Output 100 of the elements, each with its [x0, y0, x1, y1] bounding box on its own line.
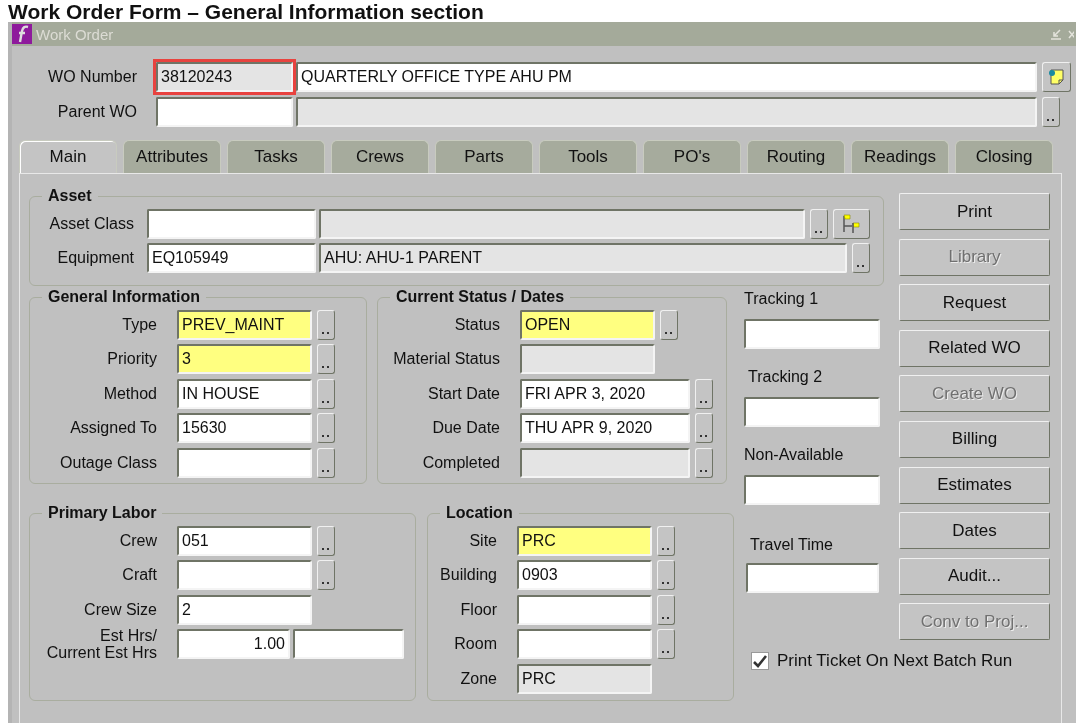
text-field[interactable]: 051	[177, 525, 312, 556]
field-label: Room	[453, 634, 497, 654]
lookup-button[interactable]	[317, 309, 335, 340]
text-field[interactable]	[744, 397, 880, 427]
action-button[interactable]: Dates	[899, 512, 1050, 550]
tab[interactable]: Tools	[539, 140, 637, 173]
field-label: Start Date	[426, 383, 500, 404]
text-field[interactable]	[177, 447, 312, 478]
ellipsis-icon	[1047, 118, 1055, 122]
field-label: Material Status	[392, 349, 500, 369]
ellipsis-icon	[322, 547, 330, 551]
lookup-button[interactable]	[657, 525, 675, 556]
lookup-button[interactable]	[317, 560, 335, 590]
lookup-button[interactable]	[810, 208, 828, 239]
checkbox[interactable]	[751, 652, 769, 670]
lookup-button[interactable]	[317, 344, 335, 374]
text-field[interactable]: PRC	[517, 525, 652, 556]
ellipsis-icon	[322, 435, 330, 438]
text-field[interactable]	[517, 594, 652, 625]
hierarchy-button[interactable]	[833, 208, 870, 239]
lookup-button[interactable]	[317, 525, 335, 556]
text-field[interactable]: QUARTERLY OFFICE TYPE AHU PM	[296, 61, 1037, 92]
field-label: Tracking 1	[744, 289, 820, 309]
field-label: Floor	[459, 599, 497, 620]
ellipsis-icon	[700, 435, 708, 438]
text-field[interactable]	[744, 319, 880, 349]
ellipsis-icon	[662, 582, 670, 585]
field-label: Due Date	[431, 418, 500, 438]
text-field[interactable]	[319, 208, 805, 239]
tab[interactable]: Closing	[955, 140, 1053, 173]
field-label: Priority	[106, 349, 157, 369]
text-field[interactable]: PREV_MAINT	[177, 309, 312, 340]
lookup-button[interactable]	[317, 413, 335, 443]
text-field[interactable]: 1.00	[177, 629, 290, 659]
lookup-button[interactable]	[695, 447, 713, 478]
text-field[interactable]	[520, 447, 690, 478]
field-label: Equipment	[56, 248, 134, 268]
field-label: Travel Time	[749, 535, 834, 555]
text-field[interactable]: EQ105949	[147, 243, 316, 273]
text-field[interactable]	[517, 629, 652, 659]
text-field[interactable]: 38120243	[156, 61, 293, 92]
group-title: Asset	[47, 188, 93, 204]
text-field[interactable]	[177, 560, 312, 590]
lookup-button[interactable]	[657, 560, 675, 590]
field-label: Method	[102, 383, 157, 404]
tab[interactable]: Parts	[435, 140, 533, 173]
tab[interactable]: Routing	[747, 140, 845, 173]
lookup-button[interactable]	[660, 309, 678, 340]
lookup-button[interactable]	[317, 378, 335, 409]
check-icon	[753, 654, 767, 668]
tab[interactable]: Main	[19, 140, 117, 173]
text-field[interactable]	[520, 344, 655, 374]
text-field[interactable]	[744, 475, 880, 505]
tab[interactable]: PO's	[643, 140, 741, 173]
action-button[interactable]: Billing	[899, 420, 1050, 458]
text-field[interactable]	[746, 563, 879, 593]
tab[interactable]: Tasks	[227, 140, 325, 173]
text-field[interactable]	[156, 96, 293, 127]
action-button[interactable]: Print	[899, 193, 1050, 230]
text-field[interactable]	[147, 208, 316, 239]
ellipsis-icon	[700, 400, 708, 404]
text-field[interactable]: 2	[177, 594, 312, 625]
lookup-button[interactable]	[1042, 96, 1060, 127]
lookup-button[interactable]	[317, 447, 335, 478]
field-label: Asset Class	[48, 213, 134, 234]
tab[interactable]: Crews	[331, 140, 429, 173]
lookup-button[interactable]	[695, 378, 713, 409]
action-button[interactable]: Related WO	[899, 329, 1050, 367]
text-field[interactable]: THU APR 9, 2020	[520, 413, 690, 443]
lookup-button[interactable]	[852, 243, 870, 273]
field-label: Non-Available	[744, 445, 845, 465]
lookup-button[interactable]	[695, 413, 713, 443]
ellipsis-icon	[815, 230, 823, 234]
window-title: Work Order	[36, 25, 114, 43]
tab[interactable]: Attributes	[123, 140, 221, 173]
ellipsis-icon	[662, 651, 670, 654]
action-button[interactable]: Estimates	[899, 466, 1050, 504]
ellipsis-icon	[322, 331, 330, 335]
text-field[interactable]: 0903	[517, 560, 652, 590]
ellipsis-icon	[322, 469, 330, 473]
text-field[interactable]: OPEN	[520, 309, 655, 340]
text-field[interactable]	[293, 629, 404, 659]
notes-button[interactable]	[1042, 61, 1071, 92]
group-title: Primary Labor	[47, 505, 158, 521]
lookup-button[interactable]	[657, 629, 675, 659]
text-field[interactable]: IN HOUSE	[177, 378, 312, 409]
ellipsis-icon	[322, 400, 330, 404]
text-field[interactable]: PRC	[517, 663, 652, 694]
text-field[interactable]: FRI APR 3, 2020	[520, 378, 690, 409]
text-field[interactable]: AHU: AHU-1 PARENT	[319, 243, 847, 273]
lookup-button[interactable]	[657, 594, 675, 625]
ellipsis-icon	[662, 547, 670, 551]
field-label: Parent WO	[56, 101, 137, 122]
ellipsis-icon	[322, 582, 330, 585]
action-button[interactable]: Audit...	[899, 557, 1050, 595]
action-button[interactable]: Request	[899, 284, 1050, 322]
text-field[interactable]	[296, 96, 1037, 127]
text-field[interactable]: 3	[177, 344, 312, 374]
tab[interactable]: Readings	[851, 140, 949, 173]
text-field[interactable]: 15630	[177, 413, 312, 443]
